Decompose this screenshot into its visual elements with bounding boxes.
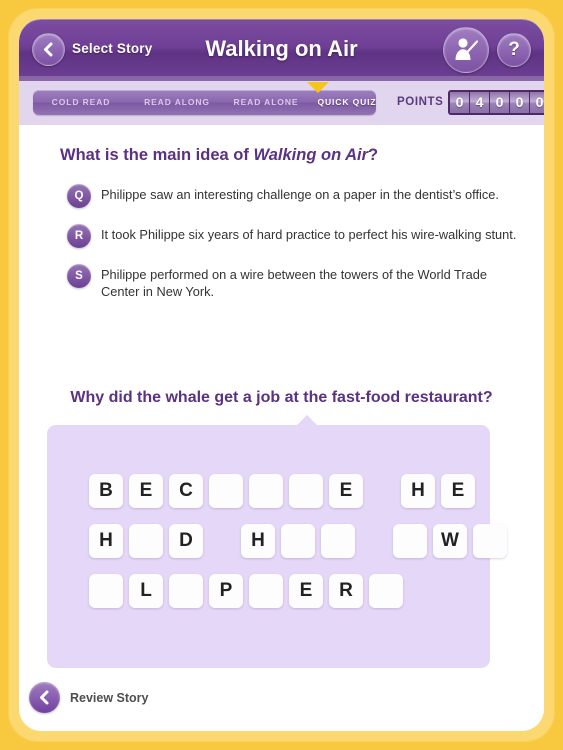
page-surface: Select Story Walking on Air ? COLD READ … — [19, 19, 544, 731]
answer-option-r[interactable]: R It took Philippe six years of hard pra… — [67, 224, 517, 248]
riddle-answer-panel: BECEHE HDHW LPER — [47, 425, 507, 668]
letter-tile-filled[interactable]: E — [329, 474, 363, 508]
active-tab-pointer-icon — [307, 82, 329, 93]
letter-tile-empty[interactable] — [129, 524, 163, 558]
tile-row: HDHW — [47, 524, 507, 558]
answer-text-s: Philippe performed on a wire between the… — [101, 267, 488, 299]
letter-tile-empty[interactable] — [89, 574, 123, 608]
quiz-question-story-title: Walking on Air — [253, 146, 369, 164]
app-frame: Select Story Walking on Air ? COLD READ … — [0, 0, 563, 750]
letter-tile-filled[interactable]: B — [89, 474, 123, 508]
letter-tile-filled[interactable]: E — [441, 474, 475, 508]
answer-text-q: Philippe saw an interesting challenge on… — [101, 187, 499, 202]
letter-tile-empty[interactable] — [321, 524, 355, 558]
teacher-pointer-icon — [455, 38, 479, 60]
tab-read-along[interactable]: READ ALONG — [129, 90, 225, 115]
answer-badge-s: S — [67, 264, 91, 288]
points-display: 0 4 0 0 0 — [448, 90, 544, 115]
teacher-button[interactable] — [443, 27, 489, 73]
quiz-question-prefix: What is the main idea of — [60, 146, 254, 164]
tab-and-points-row: COLD READ READ ALONG READ ALONE QUICK QU… — [19, 81, 544, 125]
letter-tile-empty[interactable] — [473, 524, 507, 558]
review-story-button[interactable]: Review Story — [29, 682, 149, 713]
riddle-question: Why did the whale get a job at the fast-… — [70, 389, 493, 406]
letter-tile-filled[interactable]: D — [169, 524, 203, 558]
tab-read-alone[interactable]: READ ALONE — [218, 90, 314, 115]
points-digit: 0 — [490, 92, 509, 113]
tab-quick-quiz[interactable]: QUICK QUIZ — [305, 90, 389, 115]
answer-option-q[interactable]: Q Philippe saw an interesting challenge … — [67, 184, 517, 208]
letter-tile-filled[interactable]: R — [329, 574, 363, 608]
answer-text-r: It took Philippe six years of hard pract… — [101, 227, 517, 242]
letter-tile-filled[interactable]: E — [289, 574, 323, 608]
points-digit: 4 — [470, 92, 489, 113]
letter-tile-empty[interactable] — [169, 574, 203, 608]
points-digit: 0 — [510, 92, 529, 113]
letter-tile-filled[interactable]: E — [129, 474, 163, 508]
letter-tile-filled[interactable]: H — [241, 524, 275, 558]
letter-tile-filled[interactable]: H — [89, 524, 123, 558]
letter-tile-filled[interactable]: H — [401, 474, 435, 508]
points-label: POINTS — [397, 96, 444, 108]
letter-tile-empty[interactable] — [249, 474, 283, 508]
letter-tile-filled[interactable]: L — [129, 574, 163, 608]
review-story-circle[interactable] — [29, 682, 60, 713]
tab-cold-read[interactable]: COLD READ — [33, 90, 129, 115]
answer-badge-q: Q — [67, 184, 91, 208]
letter-tile-empty[interactable] — [249, 574, 283, 608]
letter-tile-empty[interactable] — [369, 574, 403, 608]
chevron-left-icon — [40, 690, 49, 705]
answer-option-s[interactable]: S Philippe performed on a wire between t… — [67, 264, 517, 300]
letter-tile-filled[interactable]: C — [169, 474, 203, 508]
tile-row: L P ER — [47, 574, 490, 608]
points-digit: 0 — [450, 92, 469, 113]
help-question-mark-icon: ? — [508, 39, 520, 60]
letter-tile-empty[interactable] — [393, 524, 427, 558]
letter-tile-filled[interactable]: W — [433, 524, 467, 558]
letter-tile-empty[interactable] — [281, 524, 315, 558]
header-bar: Select Story Walking on Air ? — [19, 19, 544, 81]
quiz-question-suffix: ? — [368, 146, 379, 164]
tile-row: BECEHE — [47, 474, 490, 508]
quiz-question: What is the main idea of Walking on Air? — [60, 146, 378, 165]
letter-tile-empty[interactable] — [209, 474, 243, 508]
answer-option-list: Q Philippe saw an interesting challenge … — [67, 184, 517, 316]
letter-tile-empty[interactable] — [289, 474, 323, 508]
mode-tab-strip: COLD READ READ ALONG READ ALONE QUICK QU… — [33, 90, 376, 115]
help-button[interactable]: ? — [497, 33, 531, 67]
points-digit: 0 — [530, 92, 544, 113]
letter-tile-filled[interactable]: P — [209, 574, 243, 608]
review-story-label: Review Story — [70, 690, 149, 705]
answer-badge-r: R — [67, 224, 91, 248]
